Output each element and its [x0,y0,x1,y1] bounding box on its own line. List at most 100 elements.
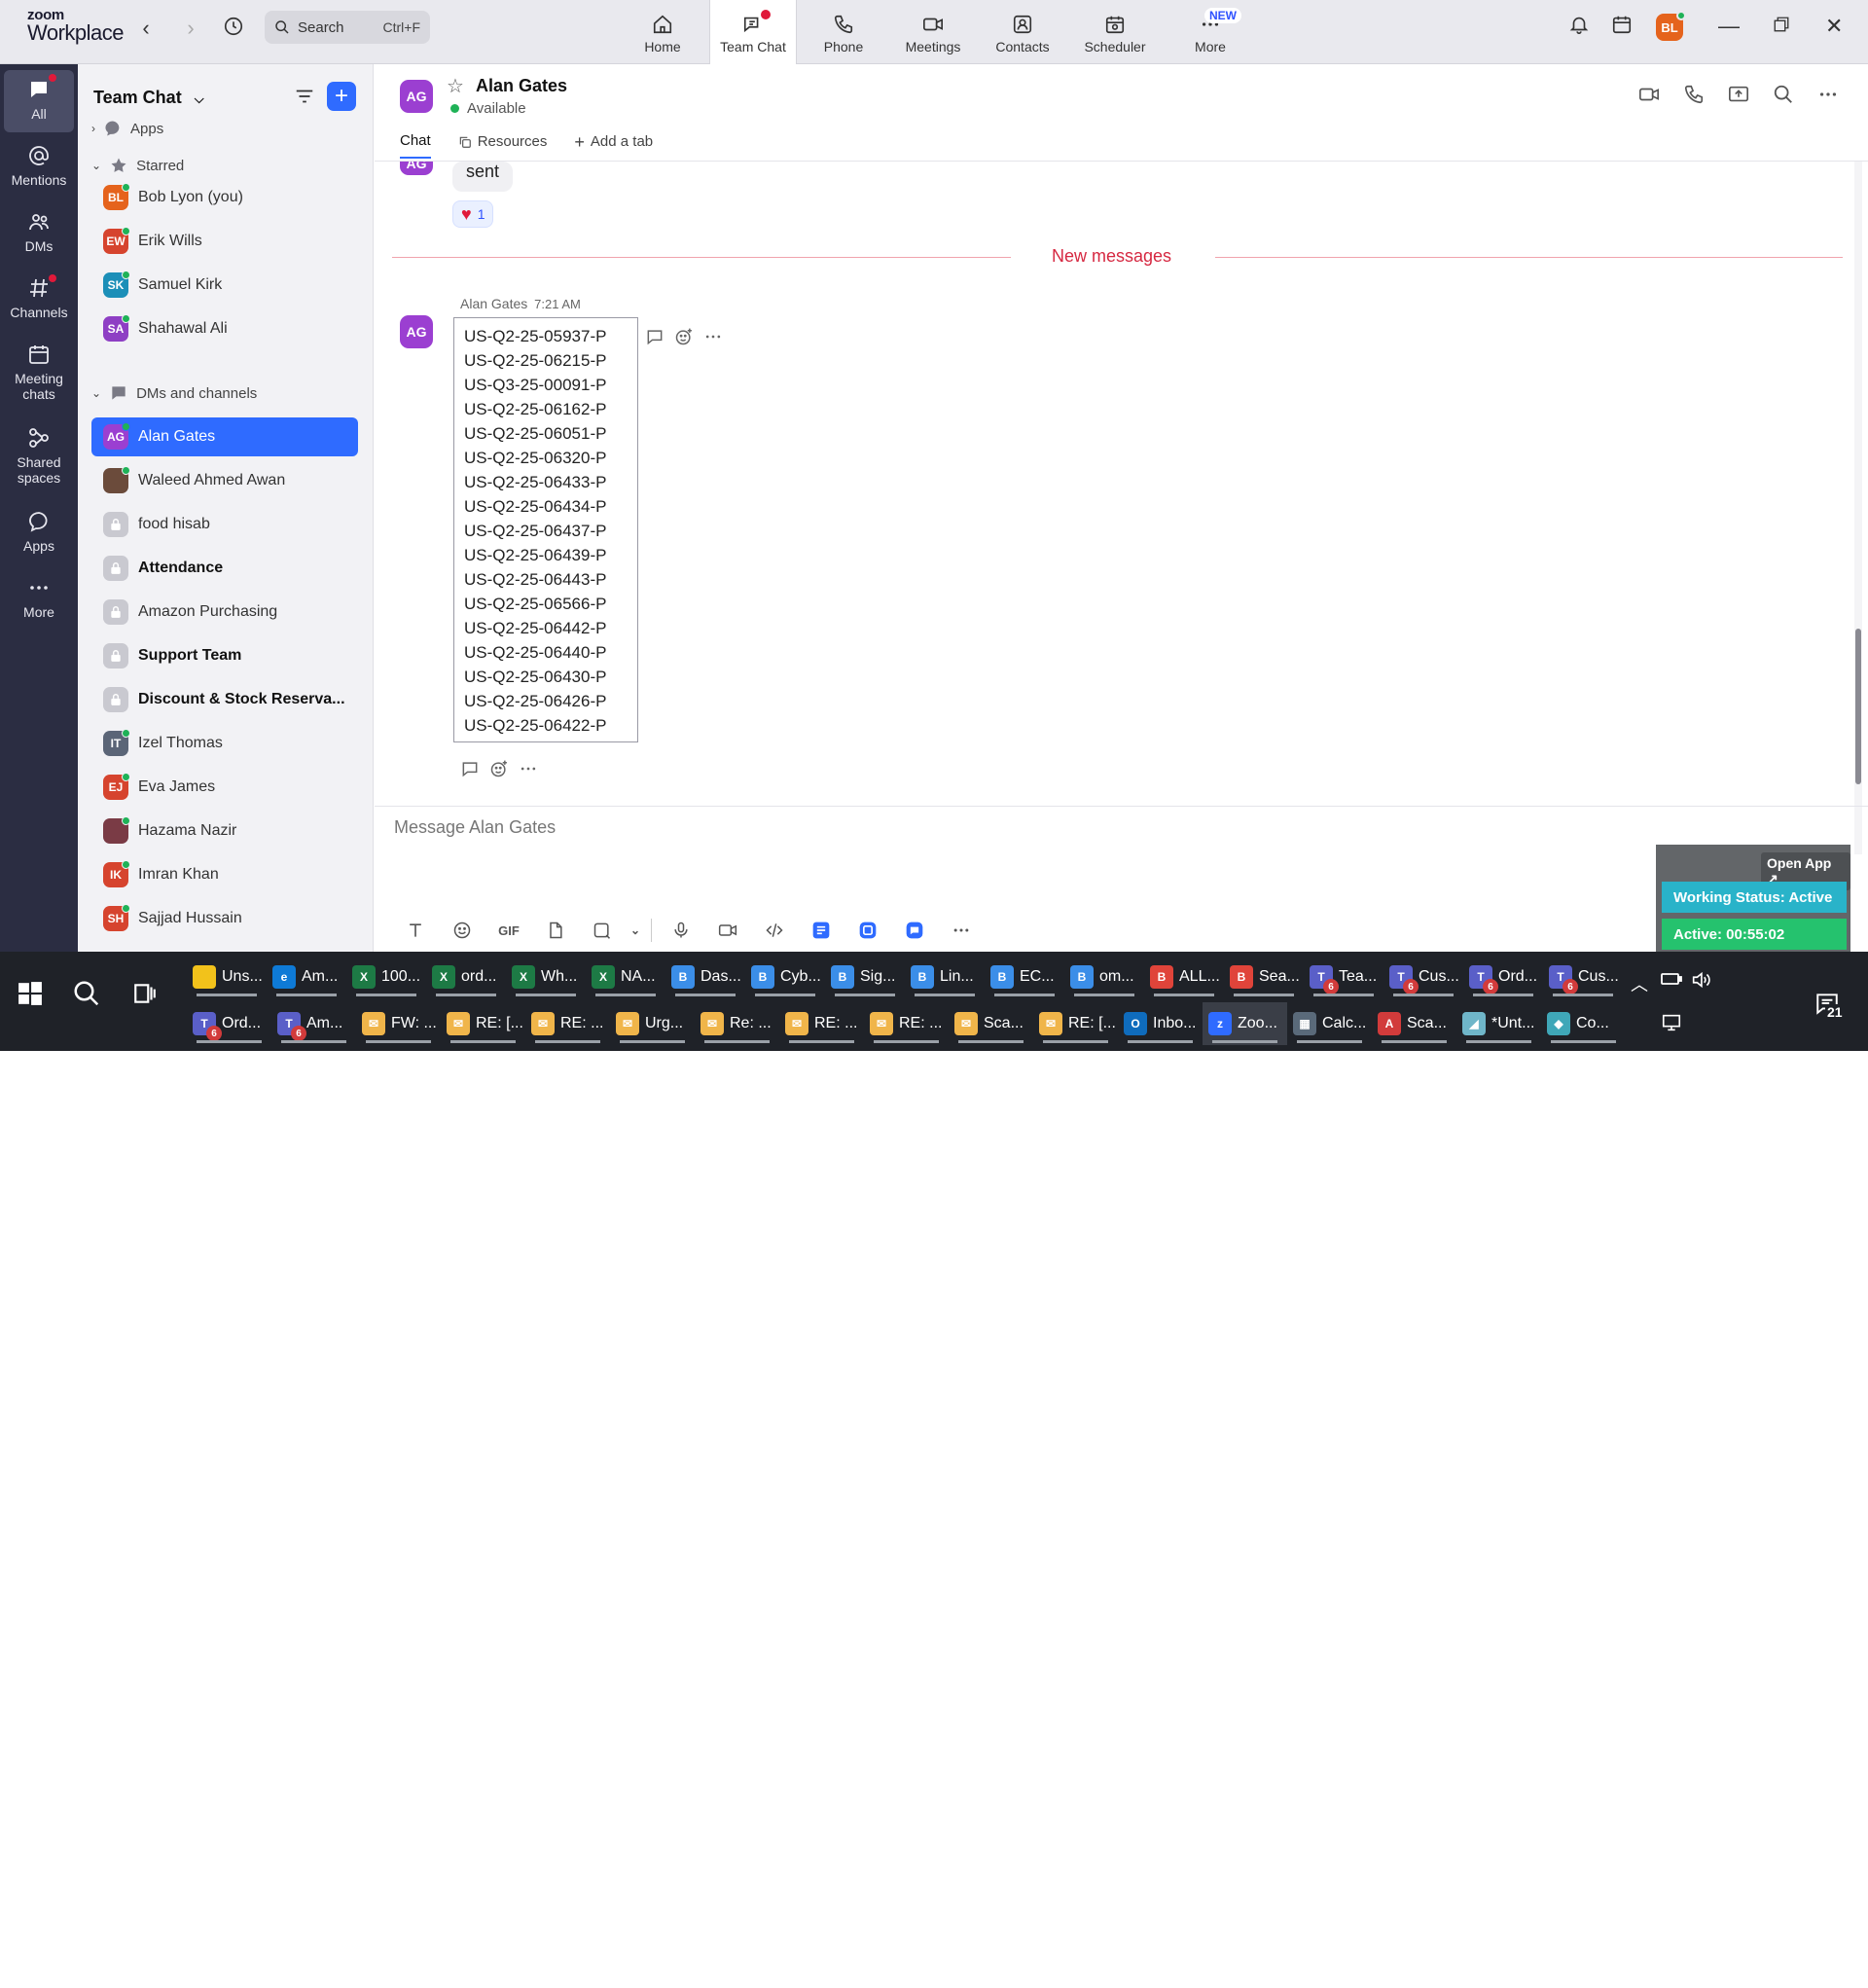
tab-meetings[interactable]: Meetings [897,0,969,64]
sidebar-item[interactable]: Support Team [91,636,358,675]
search-icon[interactable] [1773,84,1794,105]
microphone-icon[interactable] [658,917,704,944]
taskbar-app[interactable]: B Sea... [1224,956,1304,998]
taskbar-app[interactable]: A Sca... [1372,1002,1456,1045]
system-clock[interactable]: 7:21 AM Tuesday 7/15/2025 [1712,1913,1781,1988]
more-dots-icon[interactable] [703,327,723,346]
section-apps[interactable]: › Apps [91,119,163,138]
taskbar-app[interactable]: T 6 Ord... [1463,956,1543,998]
taskbar-app[interactable]: B Das... [665,956,745,998]
taskbar-app[interactable]: ✉ Re: ... [695,1002,779,1045]
taskbar-app[interactable]: O Inbo... [1118,1002,1203,1045]
tab-team-chat[interactable]: Team Chat [709,0,797,65]
more-dots-icon[interactable] [1817,84,1839,105]
rail-mentions[interactable]: Mentions [4,144,74,188]
new-chat-button[interactable]: + [327,82,356,111]
network-icon[interactable] [1660,1012,1683,1038]
taskbar-app[interactable]: ▦ Calc... [1287,1002,1372,1045]
taskbar-app[interactable]: T 6 Ord... [187,1002,271,1045]
rail-all[interactable]: All [4,70,74,132]
windows-start-icon[interactable] [18,981,43,1011]
taskbar-app[interactable]: e Am... [267,956,346,998]
back-arrow-icon[interactable]: ‹ [132,16,160,41]
tab-scheduler[interactable]: Scheduler [1080,0,1150,64]
taskbar-app[interactable]: B Lin... [905,956,985,998]
message-body[interactable]: US-Q2-25-05937-P US-Q2-25-06215-P US-Q3-25… [453,317,638,742]
taskbar-app[interactable]: ◆ Co... [1541,1002,1626,1045]
taskbar-app[interactable]: B Sig... [825,956,905,998]
search-bar[interactable]: Search Ctrl+F [265,11,430,44]
taskbar-app[interactable]: T 6 Cus... [1543,956,1623,998]
taskbar-app[interactable]: ◢ *Unt... [1456,1002,1541,1045]
tab-add[interactable]: + Add a tab [574,132,653,159]
star-icon[interactable]: ☆ [447,74,464,98]
sidebar-item[interactable]: Amazon Purchasing [91,593,358,632]
gif-button[interactable]: GIF [485,917,532,944]
calendar-icon[interactable] [1611,14,1633,41]
file-icon[interactable] [532,917,579,944]
battery-icon[interactable] [1660,969,1683,994]
share-screen-icon[interactable] [1728,84,1749,105]
screenshot-icon[interactable] [579,917,626,944]
taskbar-app[interactable]: ✉ FW: ... [356,1002,441,1045]
taskbar-app[interactable]: B EC... [985,956,1064,998]
taskbar-app[interactable]: B Cyb... [745,956,825,998]
app-docs-icon[interactable] [798,917,844,944]
rail-meeting-chats[interactable]: Meeting chats [4,343,74,402]
reply-icon[interactable] [460,759,480,778]
sidebar-item[interactable]: Attendance [91,549,358,588]
contact-name[interactable]: Alan Gates [476,76,567,96]
working-status-badge[interactable]: Working Status: Active [1662,882,1847,913]
taskbar-app[interactable]: ✉ Sca... [949,1002,1033,1045]
taskbar-app[interactable]: ✉ Urg... [610,1002,695,1045]
taskbar-app[interactable]: B ALL... [1144,956,1224,998]
taskbar-app[interactable]: ✉ RE: ... [779,1002,864,1045]
restore-icon[interactable] [1773,14,1790,39]
taskbar-app[interactable]: ✉ RE: ... [864,1002,949,1045]
taskbar-app[interactable]: X NA... [586,956,665,998]
taskbar-app[interactable]: ✉ RE: [... [441,1002,525,1045]
sidebar-item[interactable]: SH Sajjad Hussain [91,899,358,938]
notification-center-icon[interactable]: 21 [1814,991,1845,1021]
filter-icon[interactable] [294,86,315,107]
notifications-bell-icon[interactable] [1568,14,1590,41]
video-message-icon[interactable] [704,917,751,944]
sidebar-item[interactable]: BL Bob Lyon (you) [91,178,358,217]
sidebar-item[interactable]: AG Alan Gates [91,417,358,456]
tab-home[interactable]: Home [630,0,695,64]
taskbar-app[interactable]: z Zoo... [1203,1002,1287,1045]
rail-channels[interactable]: Channels [4,274,74,320]
reply-icon[interactable] [645,327,665,346]
sidebar-item[interactable]: EJ Eva James [91,768,358,807]
volume-icon[interactable] [1689,969,1712,995]
sidebar-item[interactable]: Discount & Stock Reserva... [91,680,358,719]
user-avatar[interactable]: BL [1656,11,1686,41]
tab-contacts[interactable]: Contacts [990,0,1055,64]
taskbar-app[interactable]: T 6 Cus... [1383,956,1463,998]
chevron-down-icon[interactable]: ⌄ [626,917,645,944]
rail-more[interactable]: More [4,576,74,620]
forward-arrow-icon[interactable]: › [177,16,204,41]
taskbar-app[interactable]: X Wh... [506,956,586,998]
emoji-icon[interactable] [439,917,485,944]
tab-phone[interactable]: Phone [813,0,874,64]
message-avatar[interactable]: AG [400,315,433,348]
taskbar-app[interactable]: Uns... [187,956,267,998]
tab-chat[interactable]: Chat [400,132,431,159]
code-icon[interactable] [751,917,798,944]
close-icon[interactable]: ✕ [1825,14,1843,39]
sidebar-item[interactable]: Hazama Nazir [91,812,358,850]
more-dots-icon[interactable] [519,759,538,778]
sidebar-item[interactable]: IT Izel Thomas [91,724,358,763]
taskbar-app[interactable]: Bom... [1064,956,1144,998]
history-icon[interactable] [220,16,247,43]
taskbar-app[interactable]: Xord... [426,956,506,998]
rail-apps[interactable]: Apps [4,510,74,554]
sidebar-item[interactable]: EW Erik Wills [91,222,358,261]
format-text-icon[interactable] [392,917,439,944]
sidebar-item[interactable]: SA Shahawal Ali [91,309,358,348]
add-reaction-icon[interactable] [674,327,694,346]
taskbar-search-icon[interactable] [72,979,101,1013]
sidebar-item[interactable]: Waleed Ahmed Awan [91,461,358,500]
chat-scrollbar-thumb[interactable] [1855,629,1861,784]
